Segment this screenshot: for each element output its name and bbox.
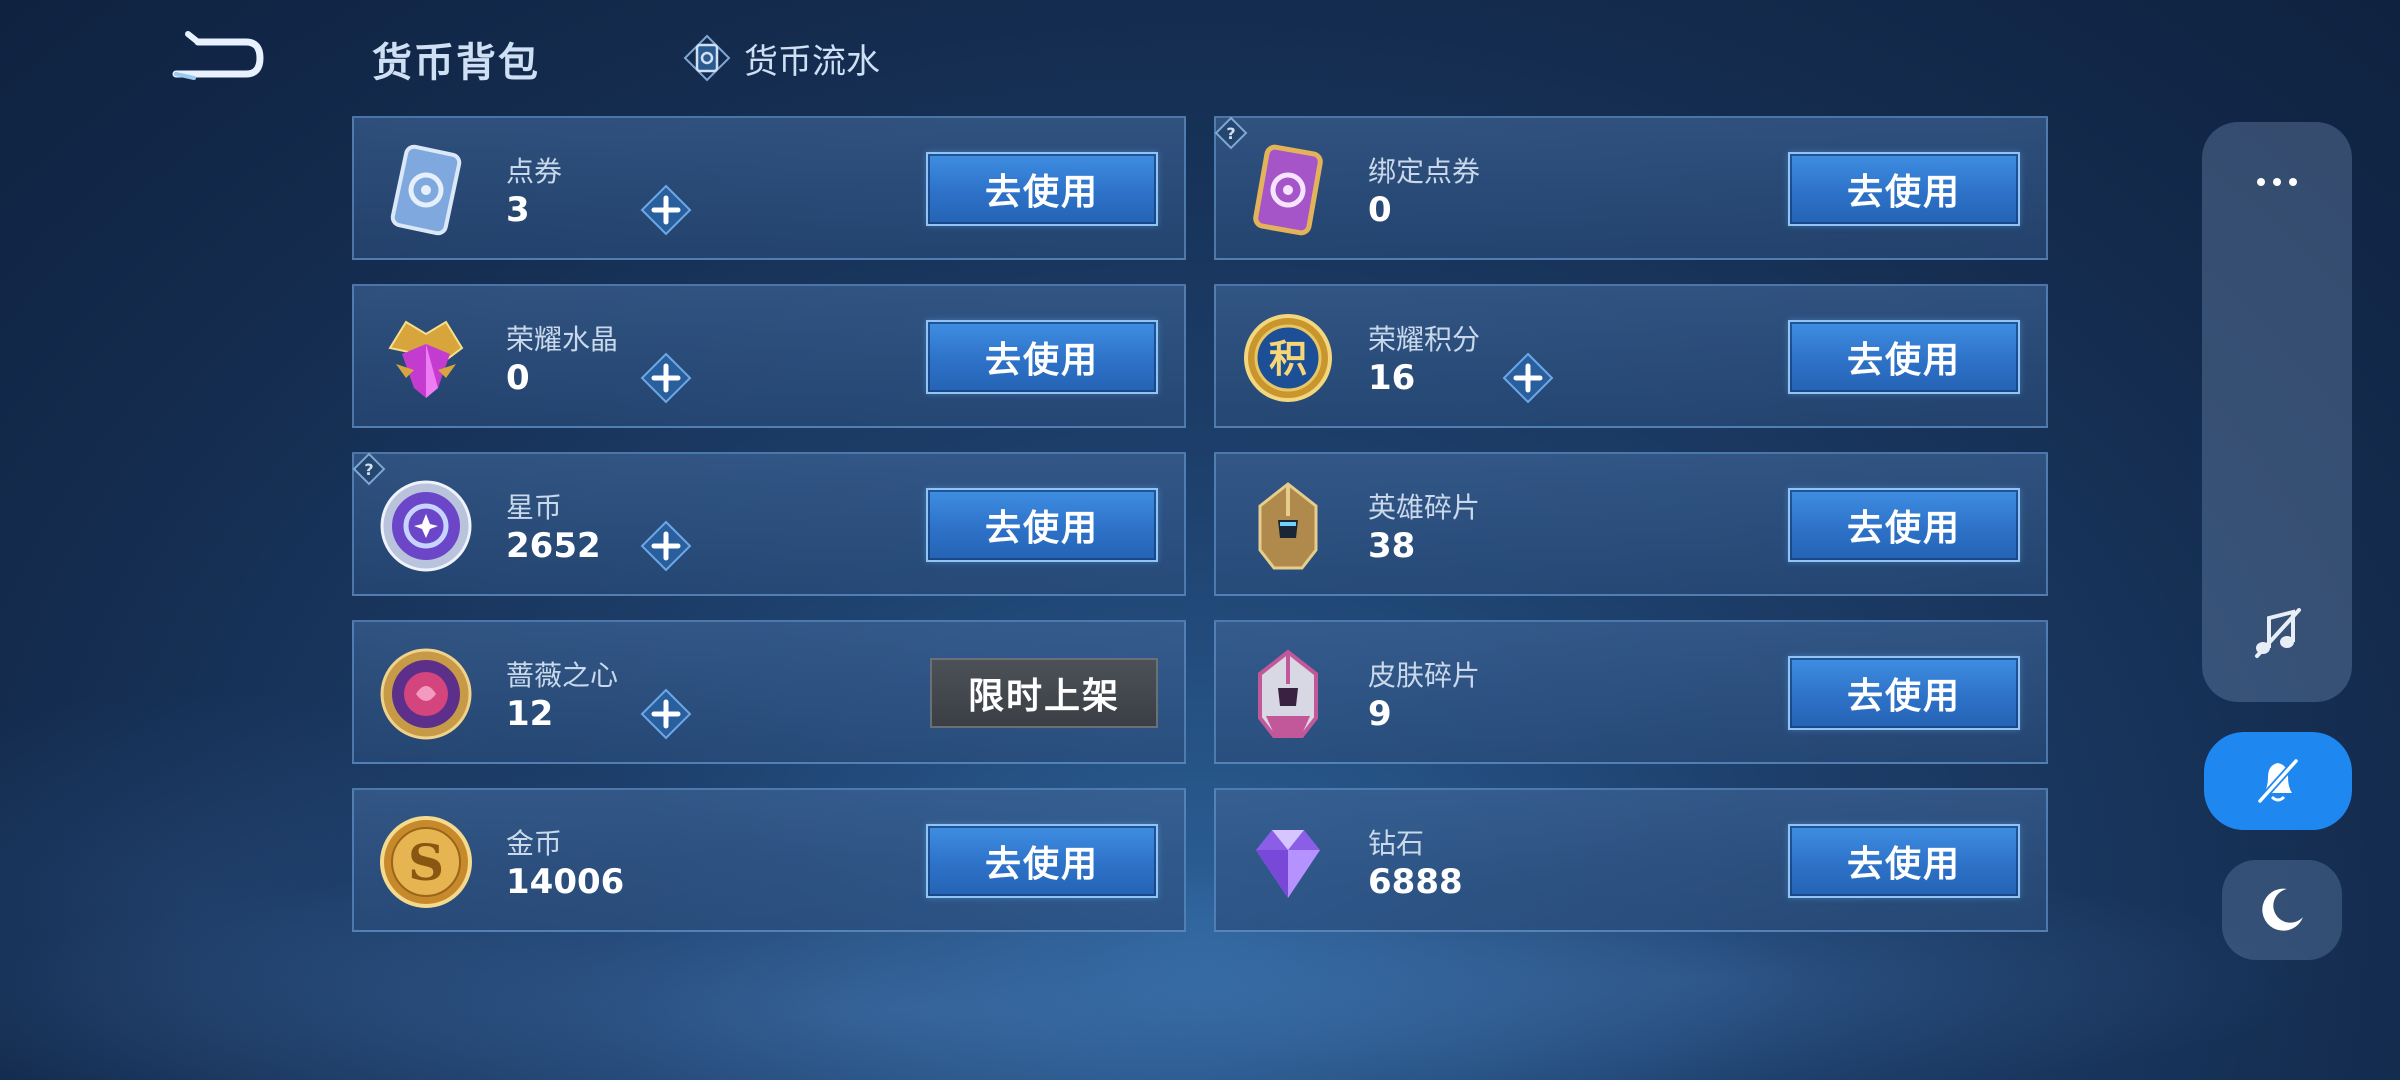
svg-text:S: S	[408, 833, 444, 892]
go-use-button[interactable]: 去使用	[1788, 152, 2020, 226]
music-toggle-button[interactable]	[2247, 604, 2307, 664]
more-dots-icon	[2257, 178, 2265, 186]
go-use-button[interactable]: 去使用	[1788, 824, 2020, 898]
currency-name: 钻石	[1368, 827, 1425, 860]
bell-off-icon	[2257, 758, 2299, 804]
currency-grid: 点券 3 去使用? 绑定点券 0 去使用 荣耀水晶 0 去使用积荣耀积分 16 去使用? 星币 2652…	[352, 116, 2048, 932]
limited-time-badge: 限时上架	[930, 658, 1158, 728]
go-use-button[interactable]: 去使用	[926, 320, 1158, 394]
currency-card: 蔷薇之心 12 限时上架	[352, 620, 1186, 764]
currency-card: ? 星币 2652 去使用	[352, 452, 1186, 596]
back-arrow-icon	[172, 31, 264, 80]
diamond-icon	[1236, 810, 1340, 914]
go-use-button[interactable]: 去使用	[1788, 656, 2020, 730]
go-use-button[interactable]: 去使用	[1788, 320, 2020, 394]
currency-card: 积 荣耀积分 16 去使用	[1214, 284, 2048, 428]
currency-amount: 12	[506, 694, 554, 734]
more-dot	[2273, 178, 2281, 186]
currency-amount: 3	[506, 190, 530, 230]
currency-amount: 16	[1368, 358, 1416, 398]
currency-name: 绑定点券	[1368, 155, 1481, 188]
add-currency-button[interactable]	[1502, 352, 1554, 404]
moon-icon	[2262, 888, 2303, 931]
more-button[interactable]	[2202, 152, 2352, 212]
svg-text:?: ?	[364, 460, 373, 479]
plus-icon	[640, 520, 692, 572]
go-use-button[interactable]: 去使用	[1788, 488, 2020, 562]
currency-card: 点券 3 去使用	[352, 116, 1186, 260]
add-currency-button[interactable]	[640, 352, 692, 404]
page-title: 货币背包	[372, 40, 540, 86]
rose-heart-icon	[374, 642, 478, 746]
currency-name: 荣耀水晶	[506, 323, 619, 356]
currency-card: 钻石 6888 去使用	[1214, 788, 2048, 932]
currency-card: 荣耀水晶 0 去使用	[352, 284, 1186, 428]
go-use-button[interactable]: 去使用	[926, 824, 1158, 898]
currency-amount: 14006	[506, 862, 625, 902]
plus-icon	[640, 352, 692, 404]
currency-amount: 0	[1368, 190, 1392, 230]
voucher-card-icon	[374, 138, 478, 242]
currency-flow-label: 货币流水	[744, 41, 880, 82]
glory-crystal-icon	[374, 306, 478, 410]
plus-icon	[1502, 352, 1554, 404]
currency-card: ? 绑定点券 0 去使用	[1214, 116, 2048, 260]
add-currency-button[interactable]	[640, 688, 692, 740]
glory-points-icon: 积	[1236, 306, 1340, 410]
go-use-button[interactable]: 去使用	[926, 152, 1158, 226]
hero-fragment-icon	[1236, 474, 1340, 578]
currency-amount: 9	[1368, 694, 1392, 734]
mute-notifications-button[interactable]	[2204, 732, 2352, 830]
go-use-button[interactable]: 去使用	[926, 488, 1158, 562]
currency-card: 英雄碎片 38 去使用	[1214, 452, 2048, 596]
night-mode-button[interactable]	[2222, 860, 2342, 960]
currency-name: 星币	[506, 491, 563, 524]
currency-amount: 0	[506, 358, 530, 398]
bound-voucher-card-icon	[1236, 138, 1340, 242]
add-currency-button[interactable]	[640, 184, 692, 236]
currency-amount: 38	[1368, 526, 1416, 566]
currency-card: 皮肤碎片 9 去使用	[1214, 620, 2048, 764]
plus-icon	[640, 688, 692, 740]
currency-name: 皮肤碎片	[1368, 659, 1481, 692]
currency-name: 金币	[506, 827, 563, 860]
skin-fragment-icon	[1236, 642, 1340, 746]
currency-amount: 6888	[1368, 862, 1463, 902]
back-button[interactable]	[168, 28, 268, 88]
svg-text:?: ?	[1226, 124, 1235, 143]
currency-name: 英雄碎片	[1368, 491, 1481, 524]
currency-flow-tab[interactable]: 货币流水	[682, 32, 880, 84]
currency-name: 点券	[506, 155, 563, 188]
plus-icon	[640, 184, 692, 236]
svg-text:积: 积	[1269, 337, 1307, 381]
music-off-icon	[2255, 608, 2301, 658]
currency-amount: 2652	[506, 526, 601, 566]
currency-card: S 金币 14006 去使用	[352, 788, 1186, 932]
more-dot	[2289, 178, 2297, 186]
currency-name: 荣耀积分	[1368, 323, 1481, 356]
add-currency-button[interactable]	[640, 520, 692, 572]
gold-coin-icon: S	[374, 810, 478, 914]
currency-name: 蔷薇之心	[506, 659, 619, 692]
side-control-panel	[2202, 122, 2352, 702]
star-coin-icon	[374, 474, 478, 578]
transaction-record-icon	[682, 33, 732, 83]
